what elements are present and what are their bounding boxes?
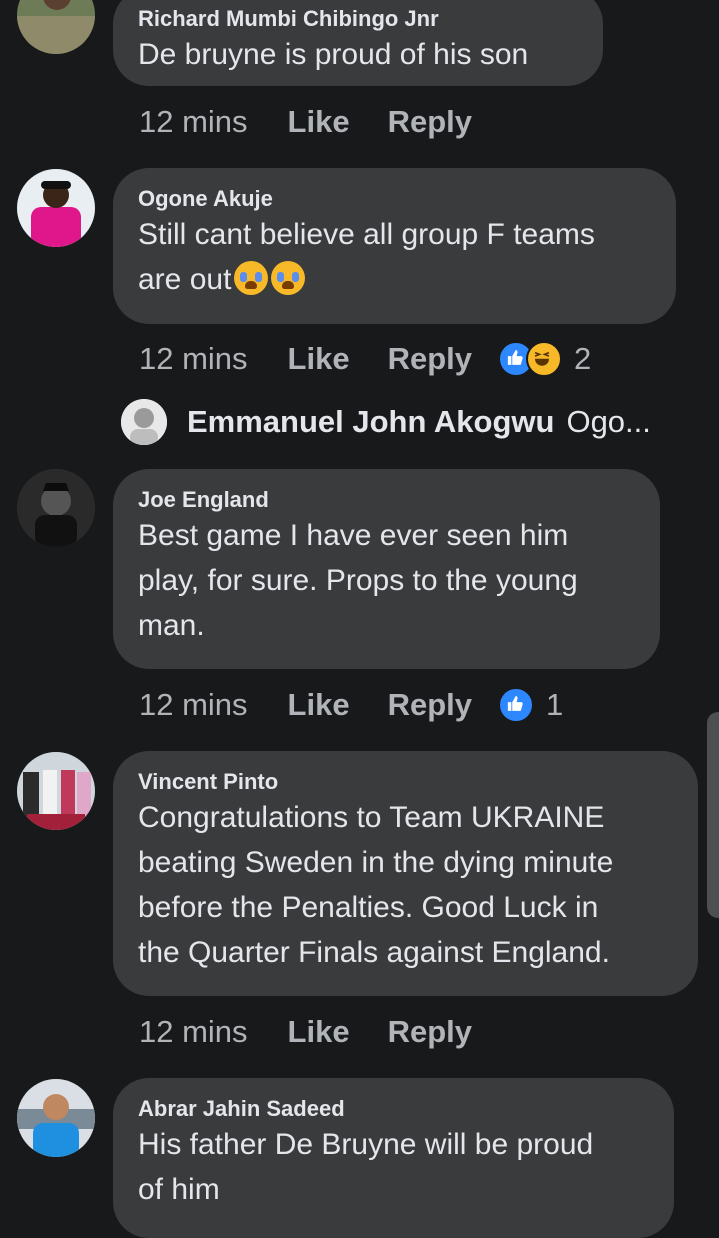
commenter-avatar[interactable]: [17, 169, 95, 247]
comment-text: Best game I have ever seen him play, for…: [138, 513, 635, 648]
laugh-icon: [526, 341, 562, 377]
like-button[interactable]: Like: [288, 687, 350, 723]
comment-text-line: beating Sweden in the dying minute: [138, 846, 614, 879]
comment-text: Still cant believe all group F teams are…: [138, 212, 651, 302]
comment-text: De bruyne is proud of his son: [138, 38, 529, 71]
reply-button[interactable]: Reply: [388, 687, 472, 723]
comment-text-line: before the Penalties. Good Luck in: [138, 891, 599, 924]
comment-bubble: Abrar Jahin Sadeed His father De Bruyne …: [113, 1078, 674, 1238]
comment-actions: 12 mins Like Reply: [139, 102, 510, 142]
view-replies-link[interactable]: Emmanuel John Akogwu Ogo...: [121, 399, 651, 445]
reply-button[interactable]: Reply: [388, 1014, 472, 1050]
scrollbar-thumb[interactable]: [707, 712, 719, 918]
reaction-count: 1: [546, 687, 564, 722]
comment-actions: 12 mins Like Reply 1: [139, 685, 563, 725]
comment-timestamp[interactable]: 12 mins: [139, 104, 248, 140]
comment-actions: 12 mins Like Reply 2: [139, 339, 591, 379]
comment-bubble: Joe England Best game I have ever seen h…: [113, 469, 660, 669]
comment-timestamp[interactable]: 12 mins: [139, 1014, 248, 1050]
like-icon: [498, 687, 534, 723]
comment-actions: 12 mins Like Reply: [139, 1012, 510, 1052]
commenter-avatar[interactable]: [17, 469, 95, 547]
comment-bubble: Richard Mumbi Chibingo Jnr De bruyne is …: [113, 0, 603, 86]
comment-text-line: play, for sure. Props to the young: [138, 564, 578, 597]
comment-text-line: Best game I have ever seen him: [138, 519, 569, 552]
reaction-summary[interactable]: 2: [498, 341, 591, 377]
reaction-count: 2: [574, 341, 592, 376]
comment-text-line: His father De Bruyne will be proud: [138, 1128, 594, 1161]
like-button[interactable]: Like: [288, 104, 350, 140]
comment-text-line: are out: [138, 263, 232, 296]
commenter-avatar[interactable]: [17, 0, 95, 54]
comment-timestamp[interactable]: 12 mins: [139, 687, 248, 723]
commenter-avatar[interactable]: [17, 752, 95, 830]
like-button[interactable]: Like: [288, 1014, 350, 1050]
reply-button[interactable]: Reply: [388, 341, 472, 377]
comment-author[interactable]: Abrar Jahin Sadeed: [138, 1096, 649, 1122]
comment-text-line: man.: [138, 609, 205, 642]
comment-author[interactable]: Ogone Akuje: [138, 186, 651, 212]
commenter-avatar[interactable]: [17, 1079, 95, 1157]
comment-text-line: the Quarter Finals against England.: [138, 936, 610, 969]
reply-author: Emmanuel John Akogwu: [187, 404, 555, 439]
comment-text-line: of him: [138, 1173, 220, 1206]
comment-text-line: Still cant believe all group F teams: [138, 218, 595, 251]
reply-avatar: [121, 399, 167, 445]
crying-face-icon: [271, 261, 306, 295]
comment-text-line: Congratulations to Team UKRAINE: [138, 801, 605, 834]
comment-timestamp[interactable]: 12 mins: [139, 341, 248, 377]
like-button[interactable]: Like: [288, 341, 350, 377]
crying-face-icon: [234, 261, 269, 295]
reply-button[interactable]: Reply: [388, 104, 472, 140]
comment-bubble: Vincent Pinto Congratulations to Team UK…: [113, 751, 698, 996]
reply-snippet: Ogo...: [566, 404, 651, 439]
comment-text: Congratulations to Team UKRAINE beating …: [138, 795, 673, 975]
comment-bubble: Ogone Akuje Still cant believe all group…: [113, 168, 676, 324]
reaction-summary[interactable]: 1: [498, 687, 563, 723]
comment-author[interactable]: Richard Mumbi Chibingo Jnr: [138, 6, 578, 32]
comment-text: His father De Bruyne will be proud of hi…: [138, 1122, 649, 1212]
comment-author[interactable]: Vincent Pinto: [138, 769, 673, 795]
comment-author[interactable]: Joe England: [138, 487, 635, 513]
